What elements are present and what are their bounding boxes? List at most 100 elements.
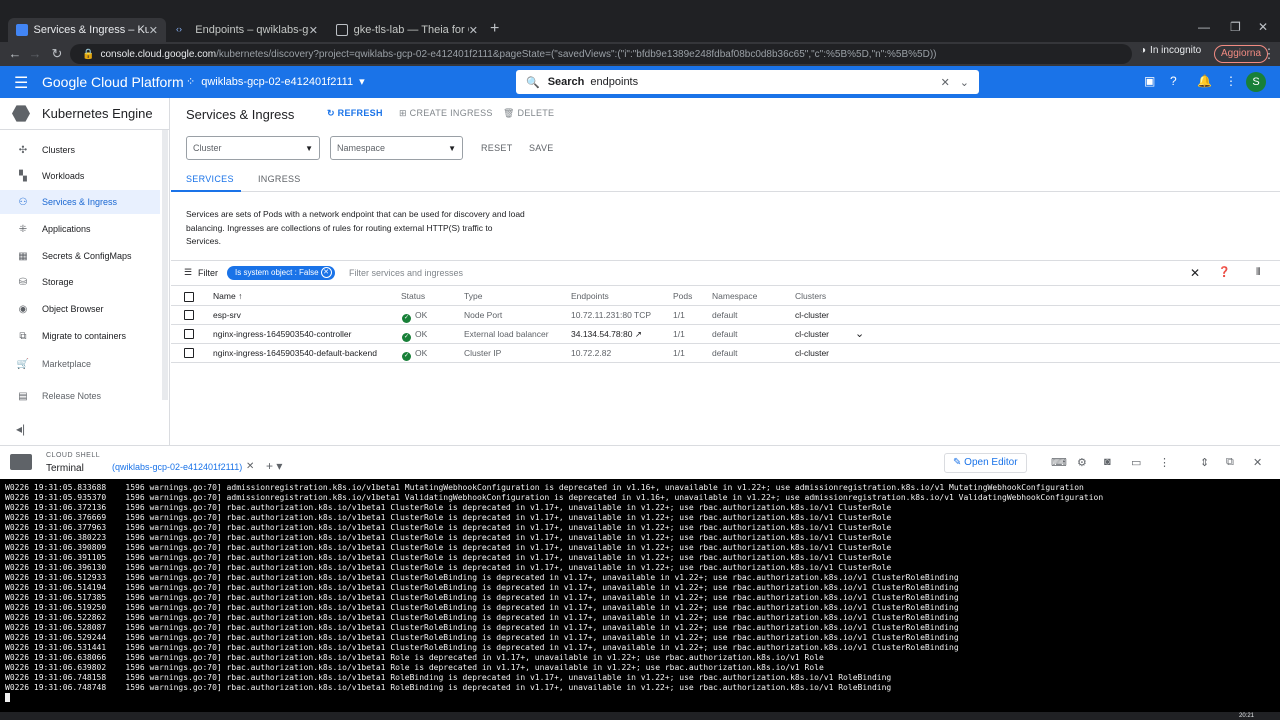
- terminal-tab[interactable]: (qwiklabs-gcp-02-e412401f2111): [112, 462, 242, 472]
- namespace-select[interactable]: Namespace ▼: [330, 136, 463, 160]
- url-field[interactable]: 🔒 console.cloud.google.com/kubernetes/di…: [70, 44, 1132, 64]
- sidebar-item-storage[interactable]: ⛁ Storage: [0, 270, 160, 294]
- tab-ingress[interactable]: INGRESS: [258, 174, 301, 184]
- sidebar-item-object-browser[interactable]: ◉ Object Browser: [0, 297, 160, 321]
- page-title: Services & Ingress: [186, 107, 295, 122]
- column-type[interactable]: Type: [464, 291, 482, 301]
- project-picker[interactable]: ⁘ qwiklabs-gcp-02-e412401f2111 ▾: [186, 75, 365, 89]
- sidebar-item-secrets-configmaps[interactable]: ▦ Secrets & ConfigMaps: [0, 244, 160, 268]
- column-status[interactable]: Status: [401, 291, 425, 301]
- window-close-icon[interactable]: ✕: [1258, 20, 1268, 34]
- notifications-icon[interactable]: 🔔: [1197, 74, 1212, 88]
- sidebar-item-services-ingress[interactable]: ⚇ Services & Ingress: [0, 190, 160, 214]
- clear-filter-icon[interactable]: ✕: [1190, 266, 1200, 280]
- browser-tab-endpoints[interactable]: ‹› Endpoints – qwiklabs-gcp-02-e4 ✕: [168, 18, 326, 42]
- table-row[interactable]: nginx-ingress-1645903540-controller ✓ OK …: [171, 325, 1280, 344]
- service-name[interactable]: nginx-ingress-1645903540-controller: [213, 329, 351, 339]
- more-vert-icon[interactable]: ⋮: [1225, 74, 1237, 88]
- column-pods[interactable]: Pods: [673, 291, 692, 301]
- row-checkbox[interactable]: [184, 310, 194, 320]
- settings-icon[interactable]: ⚙: [1077, 456, 1087, 469]
- sidebar-item-marketplace[interactable]: 🛒 Marketplace: [0, 352, 160, 376]
- reset-button[interactable]: RESET: [481, 143, 513, 153]
- service-name[interactable]: nginx-ingress-1645903540-default-backend: [213, 348, 377, 358]
- hamburger-menu-icon[interactable]: ☰: [14, 73, 28, 93]
- row-checkbox[interactable]: [184, 348, 194, 358]
- chevron-down-icon[interactable]: ⌄: [960, 76, 969, 89]
- close-tab-icon[interactable]: ✕: [149, 24, 158, 37]
- main-content: Services & Ingress ↻ REFRESH ⊞ CREATE IN…: [171, 98, 1280, 445]
- close-tab-icon[interactable]: ✕: [309, 24, 318, 37]
- new-tab-icon[interactable]: +: [490, 20, 499, 38]
- tab-services[interactable]: SERVICES: [186, 174, 234, 184]
- reload-icon[interactable]: ↻: [46, 46, 68, 62]
- maximize-icon[interactable]: ⇕: [1200, 456, 1209, 469]
- cloud-shell-icon[interactable]: ▣: [1144, 74, 1155, 88]
- table-row[interactable]: esp-srv ✓ OK Node Port 10.72.11.231:80 TC…: [171, 306, 1280, 325]
- sidebar-item-applications[interactable]: ⁜ Applications: [0, 217, 160, 241]
- cluster-cell[interactable]: cl-cluster: [795, 310, 829, 320]
- terminal-output[interactable]: W0226 19:31:05.833688 1596 warnings.go:7…: [0, 479, 1280, 712]
- column-clusters[interactable]: Clusters: [795, 291, 826, 301]
- browser-tab-bar: Services & Ingress – Kubernetes ✕ ‹› End…: [0, 0, 1280, 42]
- clear-search-icon[interactable]: ✕: [941, 76, 950, 89]
- close-shell-icon[interactable]: ✕: [1253, 456, 1262, 469]
- keyboard-icon[interactable]: ⌨: [1051, 456, 1067, 469]
- filter-icon[interactable]: ☰: [184, 267, 192, 278]
- column-endpoints[interactable]: Endpoints: [571, 291, 609, 301]
- restore-icon[interactable]: ❐: [1230, 20, 1241, 34]
- create-ingress-button[interactable]: ⊞ CREATE INGRESS: [399, 108, 493, 119]
- close-tab-icon[interactable]: ✕: [469, 24, 478, 37]
- search-field[interactable]: 🔍 Search endpoints ✕ ⌄: [516, 70, 979, 94]
- filter-input[interactable]: Filter services and ingresses: [349, 268, 463, 278]
- terminal-line: W0226 19:31:06.519250 1596 warnings.go:7…: [5, 603, 959, 612]
- browser-tab-services[interactable]: Services & Ingress – Kubernetes ✕: [8, 18, 166, 42]
- incognito-indicator[interactable]: ◑ In incognito: [1140, 45, 1201, 56]
- terminal-line: W0226 19:31:06.522862 1596 warnings.go:7…: [5, 613, 959, 622]
- browser-tab-theia[interactable]: gke-tls-lab — Theia for Cloud Sh ✕: [328, 18, 486, 42]
- row-checkbox[interactable]: [184, 329, 194, 339]
- sidebar-scrollbar[interactable]: [162, 130, 168, 400]
- cluster-cell[interactable]: cl-cluster: [795, 329, 829, 339]
- add-terminal-icon[interactable]: + ▾: [266, 459, 282, 473]
- web-preview-icon[interactable]: ◙: [1104, 456, 1111, 468]
- cluster-select[interactable]: Cluster ▼: [186, 136, 320, 160]
- ok-check-icon: ✓: [402, 352, 411, 361]
- browser-menu-icon[interactable]: ⋮: [1258, 46, 1280, 62]
- forward-icon[interactable]: →: [24, 46, 46, 61]
- help-icon[interactable]: ?: [1170, 74, 1177, 88]
- gcp-brand[interactable]: Google Cloud Platform: [42, 74, 184, 90]
- sidebar-item-migrate[interactable]: ⧉ Migrate to containers: [0, 324, 160, 348]
- minimize-shell-icon[interactable]: ▭: [1131, 456, 1141, 469]
- minimize-icon[interactable]: —: [1198, 20, 1210, 34]
- avatar[interactable]: S: [1246, 72, 1266, 92]
- sidebar-item-release-notes[interactable]: ▤ Release Notes: [0, 384, 160, 408]
- close-terminal-tab-icon[interactable]: ✕: [246, 461, 254, 472]
- save-button[interactable]: SAVE: [529, 143, 554, 153]
- search-input[interactable]: endpoints: [590, 76, 638, 88]
- open-editor-button[interactable]: ✎ Open Editor: [944, 453, 1027, 473]
- filter-chip[interactable]: Is system object : False ✕: [227, 266, 335, 280]
- terminal-line: W0226 19:31:06.529244 1596 warnings.go:7…: [5, 633, 959, 642]
- cluster-cell[interactable]: cl-cluster: [795, 348, 829, 358]
- column-name[interactable]: Name ↑: [213, 291, 242, 301]
- sidebar-item-workloads[interactable]: ▚ Workloads: [0, 164, 160, 188]
- object-browser-icon: ◉: [18, 303, 28, 315]
- table-row[interactable]: nginx-ingress-1645903540-default-backend…: [171, 344, 1280, 363]
- remove-chip-icon[interactable]: ✕: [320, 267, 332, 278]
- column-namespace[interactable]: Namespace: [712, 291, 757, 301]
- endpoints-link[interactable]: 34.134.54.78:80 ↗: [571, 329, 642, 340]
- collapse-nav-icon[interactable]: ◂|: [16, 422, 25, 436]
- delete-button[interactable]: 🗑 DELETE: [503, 108, 554, 119]
- more-vert-icon[interactable]: ⋮: [1159, 456, 1170, 469]
- help-icon[interactable]: ❓: [1218, 267, 1230, 278]
- sidebar-item-clusters[interactable]: ✣ Clusters: [0, 138, 160, 162]
- select-all-checkbox[interactable]: [184, 292, 194, 302]
- refresh-button[interactable]: ↻ REFRESH: [327, 108, 383, 119]
- filter-label[interactable]: Filter: [198, 268, 218, 278]
- back-icon[interactable]: ←: [4, 46, 26, 61]
- column-display-icon[interactable]: ⦀: [1256, 267, 1260, 278]
- service-name[interactable]: esp-srv: [213, 310, 241, 320]
- expand-row-icon[interactable]: ⌄: [855, 327, 864, 340]
- open-new-window-icon[interactable]: ⧉: [1226, 456, 1234, 469]
